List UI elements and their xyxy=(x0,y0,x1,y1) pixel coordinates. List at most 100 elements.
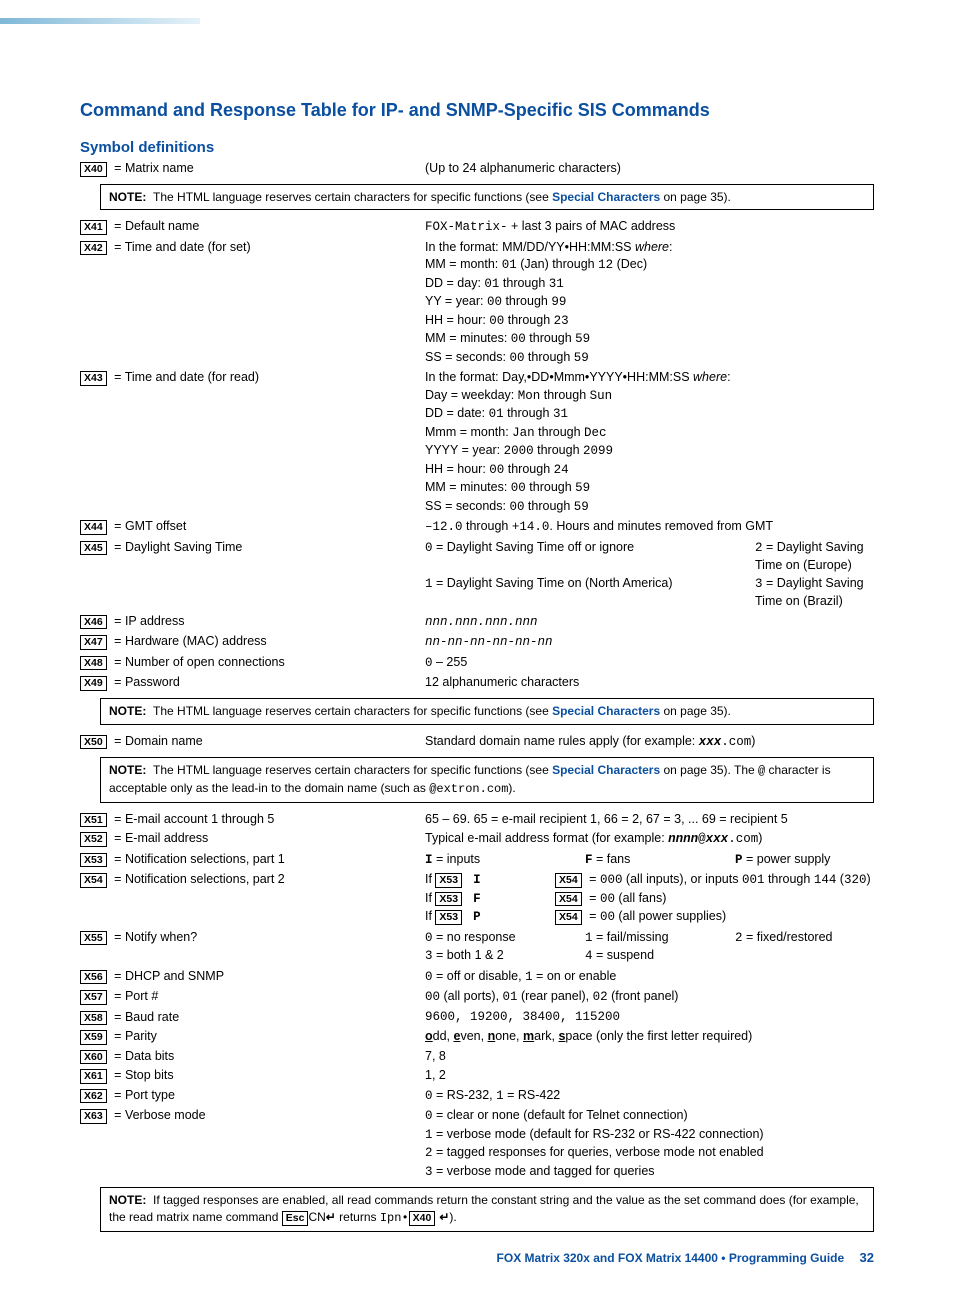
x54-x54b: X54 xyxy=(555,892,582,907)
label-x46: IP address xyxy=(125,614,185,628)
label-x43: Time and date (for read) xyxy=(125,370,259,384)
x56a: 0 xyxy=(425,970,433,984)
x45ct: = Daylight Saving Time on (Europe) xyxy=(755,540,864,573)
x55dt: = both 1 & 2 xyxy=(433,948,504,962)
note-3: NOTE: The HTML language reserves certain… xyxy=(100,757,874,803)
label-x62: Port type xyxy=(125,1088,175,1102)
tag-x45: X45 xyxy=(80,541,107,556)
label-x45: Daylight Saving Time xyxy=(125,540,242,554)
tag-x53: X53 xyxy=(80,853,107,868)
x43-l7c: through xyxy=(526,480,575,494)
x42-l3d: 31 xyxy=(549,277,564,291)
x56at: = off or disable, xyxy=(433,969,526,983)
x42-l5: HH = hour: xyxy=(425,313,489,327)
x54-x54a: X54 xyxy=(555,873,582,888)
tag-x58: X58 xyxy=(80,1011,107,1026)
note2-pre: The HTML language reserves certain chara… xyxy=(153,704,552,718)
x63c: 2 xyxy=(425,1146,433,1160)
tag-x60: X60 xyxy=(80,1050,107,1065)
x43-l6: HH = hour: xyxy=(425,462,489,476)
x43-l6c: through xyxy=(504,462,553,476)
x54-vc2: 00 xyxy=(600,910,615,924)
x50-d3: .com xyxy=(721,735,751,749)
footer-product: FOX Matrix 320x and FOX Matrix 14400 • P… xyxy=(497,1251,845,1265)
x43-l1b: where xyxy=(693,370,727,384)
x63dt: = verbose mode and tagged for queries xyxy=(433,1164,655,1178)
note1-post: on page 35). xyxy=(660,190,731,204)
n3-pre: The HTML language reserves certain chara… xyxy=(153,763,552,777)
x59d: m xyxy=(523,1029,534,1043)
tag-x62: X62 xyxy=(80,1089,107,1104)
x42-l2e: (Dec) xyxy=(613,257,647,271)
x54-vb: 001 xyxy=(742,873,765,887)
x48-d1: 0 xyxy=(425,656,433,670)
x54-if3: If xyxy=(425,909,435,923)
x57c: 02 xyxy=(593,990,608,1004)
label-x60: Data bits xyxy=(125,1049,174,1063)
x52-d2: nnnn xyxy=(668,832,698,846)
x43-l4c: through xyxy=(535,425,584,439)
row-x63: X63 = Verbose mode 0 = clear or none (de… xyxy=(80,1107,874,1181)
x55e: 4 xyxy=(585,949,593,963)
note-1: NOTE: The HTML language reserves certain… xyxy=(100,184,874,211)
x43-l3d: 31 xyxy=(553,407,568,421)
x52-d5: .com xyxy=(728,832,758,846)
x59at: dd, xyxy=(433,1029,454,1043)
x45d: 3 xyxy=(755,577,763,591)
x44-d1: –12.0 xyxy=(425,520,463,534)
tag-x41: X41 xyxy=(80,220,107,235)
n3-posta: on page 35). The xyxy=(660,763,758,777)
x46-desc: nnn.nnn.nnn.nnn xyxy=(425,615,538,629)
special-characters-link[interactable]: Special Characters xyxy=(552,190,660,204)
row-x56: X56 = DHCP and SNMP 0 = off or disable, … xyxy=(80,968,874,987)
x45b: 1 xyxy=(425,577,433,591)
special-characters-link-2[interactable]: Special Characters xyxy=(552,704,660,718)
x55et: = suspend xyxy=(593,948,655,962)
x54-vc: 144 xyxy=(814,873,837,887)
note1-pre: The HTML language reserves certain chara… xyxy=(153,190,552,204)
x41-mono: FOX-Matrix- xyxy=(425,220,508,234)
tag-x54: X54 xyxy=(80,873,107,888)
x57a: 00 xyxy=(425,990,440,1004)
x53bt: = fans xyxy=(593,852,631,866)
tag-x42: X42 xyxy=(80,241,107,256)
x54-vb2: 00 xyxy=(600,892,615,906)
desc-x40: (Up to 24 alphanumeric characters) xyxy=(425,160,874,178)
x54-wb: through xyxy=(764,872,813,886)
row-x61: X61 = Stop bits 1, 2 xyxy=(80,1067,874,1085)
n4e: ). xyxy=(449,1210,456,1224)
tag-x59: X59 xyxy=(80,1030,107,1045)
x43-l4b: Jan xyxy=(512,426,535,440)
x43-l6b: 00 xyxy=(489,463,504,477)
x43-l8d: 59 xyxy=(574,500,589,514)
special-characters-link-3[interactable]: Special Characters xyxy=(552,763,660,777)
x42-l1b: where xyxy=(635,240,669,254)
x43-l2d: Sun xyxy=(590,389,613,403)
n3-postc: ). xyxy=(508,781,515,795)
row-x62: X62 = Port type 0 = RS-232, 1 = RS-422 xyxy=(80,1087,874,1106)
x54-x53c: X53 xyxy=(435,910,462,925)
page-title: Command and Response Table for IP- and S… xyxy=(80,100,874,121)
x54-ta: = xyxy=(586,872,600,886)
x56b: 1 xyxy=(525,970,533,984)
x54-ia: I xyxy=(473,873,481,887)
x42-l6c: through xyxy=(526,331,575,345)
x43-l2: Day = weekday: xyxy=(425,388,518,402)
x57bt: (rear panel), xyxy=(518,989,593,1003)
x62a: 0 xyxy=(425,1089,433,1103)
section-heading: Symbol definitions xyxy=(80,139,874,156)
note2-post: on page 35). xyxy=(660,704,731,718)
x41-tail: + last 3 pairs of MAC address xyxy=(508,219,676,233)
label-x41: Default name xyxy=(125,219,199,233)
label-x42: Time and date (for set) xyxy=(125,240,251,254)
row-x57: X57 = Port # 00 (all ports), 01 (rear pa… xyxy=(80,988,874,1007)
return-arrow-icon-2: ↵ xyxy=(439,1210,449,1224)
x42-l7b: 00 xyxy=(509,351,524,365)
x52-d4: xxx xyxy=(706,832,729,846)
x42-l2d: 12 xyxy=(598,258,613,272)
n4d: Ipn• xyxy=(380,1211,409,1225)
row-x47: X47 = Hardware (MAC) address nn-nn-nn-nn… xyxy=(80,633,874,652)
x63bt: = verbose mode (default for RS-232 or RS… xyxy=(433,1127,764,1141)
x42-l5b: 00 xyxy=(489,314,504,328)
x63at: = clear or none (default for Telnet conn… xyxy=(433,1108,688,1122)
